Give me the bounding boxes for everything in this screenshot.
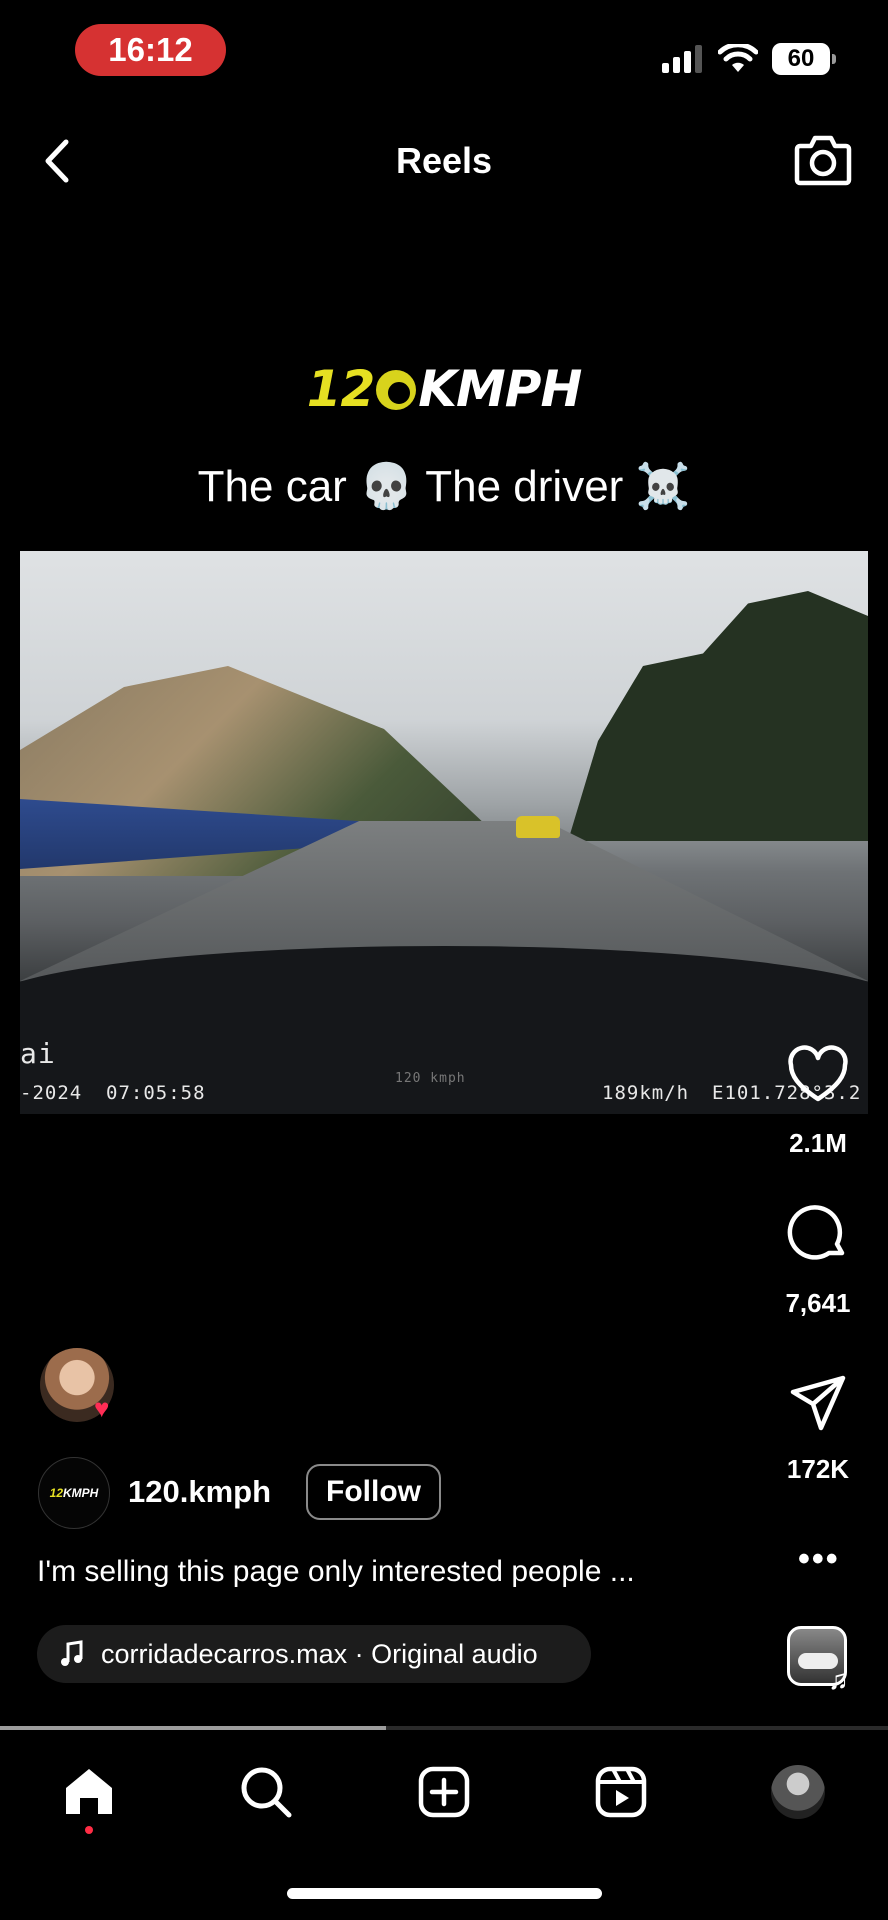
wifi-icon xyxy=(718,44,758,72)
nav-search[interactable] xyxy=(236,1762,296,1822)
status-indicators: 60 xyxy=(662,40,836,78)
liked-heart-icon: ♥ xyxy=(94,1393,110,1423)
reels-icon xyxy=(595,1766,647,1818)
share-icon[interactable] xyxy=(787,1372,849,1434)
music-note-icon xyxy=(61,1640,83,1666)
comment-icon[interactable] xyxy=(787,1203,849,1265)
account-avatar[interactable]: 12 KMPH xyxy=(38,1457,110,1529)
profile-avatar xyxy=(771,1765,825,1819)
like-count: 2.1M xyxy=(789,1128,847,1158)
comment-count: 7,641 xyxy=(785,1288,851,1318)
osd-left: ai xyxy=(20,1037,56,1070)
cellular-signal-icon xyxy=(662,45,702,73)
notification-dot xyxy=(85,1826,93,1834)
page-title: Reels xyxy=(395,140,493,181)
account-username[interactable]: 120.kmph xyxy=(128,1474,271,1510)
audio-pill[interactable]: corridadecarros.max · Original audio xyxy=(37,1625,591,1683)
wheel-icon xyxy=(376,370,417,410)
camera-button[interactable] xyxy=(794,132,852,188)
follow-button[interactable]: Follow xyxy=(306,1464,441,1520)
search-icon xyxy=(241,1767,292,1818)
home-icon xyxy=(66,1769,112,1814)
battery-icon: 60 xyxy=(772,43,836,75)
audio-label: corridadecarros.max · Original audio xyxy=(101,1638,538,1669)
osd-time: 07:05:58 xyxy=(106,1082,206,1104)
nav-create[interactable] xyxy=(414,1762,474,1822)
nav-home[interactable] xyxy=(59,1762,119,1822)
like-icon[interactable] xyxy=(787,1045,849,1107)
osd-date: -2024 xyxy=(20,1082,83,1104)
osd-speed: 189km/h xyxy=(602,1082,690,1104)
video-scenery-trees xyxy=(568,591,868,841)
home-indicator[interactable] xyxy=(287,1888,602,1899)
reel-video[interactable]: ai -2024 07:05:58 120 kmph 189km/h E101.… xyxy=(20,551,868,1114)
music-note-icon: ♫ xyxy=(828,1664,849,1695)
video-yellow-car xyxy=(516,816,560,838)
post-caption[interactable]: I'm selling this page only interested pe… xyxy=(37,1555,635,1589)
nav-profile[interactable] xyxy=(768,1762,828,1822)
osd-watermark: 120 kmph xyxy=(395,1071,466,1086)
share-count: 172K xyxy=(786,1454,850,1484)
nav-reels[interactable] xyxy=(591,1762,651,1822)
brand-logo: 12 KMPH xyxy=(306,360,583,418)
status-time: 16:12 xyxy=(75,24,226,76)
video-caption-overlay: The car 💀 The driver ☠️ xyxy=(197,462,691,511)
create-icon xyxy=(418,1766,470,1818)
more-options-button[interactable]: ••• xyxy=(798,1540,840,1579)
